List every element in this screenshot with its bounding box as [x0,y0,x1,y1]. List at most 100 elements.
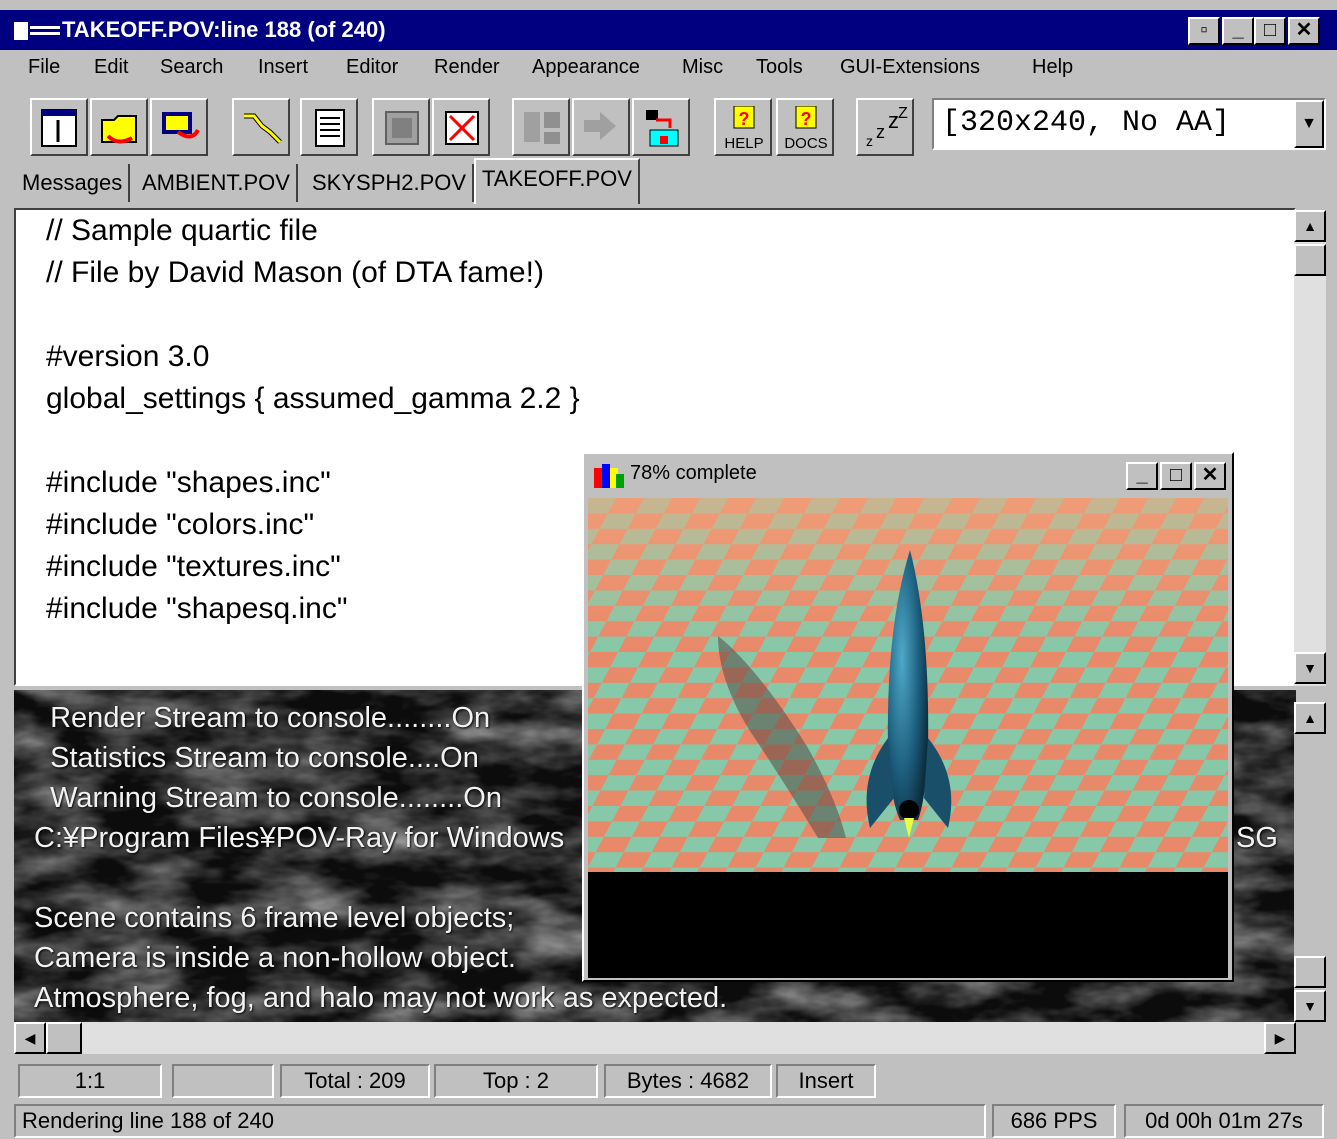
menu-gui-extensions[interactable]: GUI-Extensions [840,56,980,79]
scroll-up-icon[interactable]: ▲ [1294,702,1326,734]
code-line: #include "shapes.inc" [46,466,331,499]
menu-bar: File Edit Search Insert Editor Render Ap… [0,50,1337,88]
sleep-button[interactable]: zzzZ [856,98,914,156]
status-total: Total : 209 [280,1064,430,1098]
svg-text:?: ? [801,109,812,129]
film-icon [162,112,200,139]
code-line: #include "textures.inc" [46,550,341,583]
scroll-thumb[interactable] [1294,244,1326,276]
code-line: #version 3.0 [46,340,210,373]
new-file-icon [41,109,77,147]
open-file-button[interactable] [90,98,148,156]
save-file-button[interactable] [150,98,208,156]
maximize-button[interactable]: □ [1160,462,1192,490]
code-line: // File by David Mason (of DTA fame!) [46,256,544,289]
console-line: Camera is inside a non-hollow object. [34,942,516,974]
render-icon [646,110,679,147]
svg-text:z: z [866,133,873,149]
render-button[interactable] [632,98,690,156]
tab-takeoff[interactable]: TAKEOFF.POV [474,158,640,204]
render-settings-dropdown[interactable]: [320x240, No AA] ▼ [932,98,1326,150]
open-folder-icon [101,115,137,144]
title-bar[interactable]: TAKEOFF.POV:line 188 (of 240) ▫ _ □ ✕ [0,10,1337,50]
svg-text:HELP: HELP [724,135,763,150]
app-icon[interactable] [14,20,62,42]
run-button[interactable] [572,98,630,156]
status-elapsed: 0d 00h 01m 27s [1124,1104,1324,1138]
window-title: TAKEOFF.POV:line 188 (of 240) [62,17,386,42]
rendered-image [588,498,1228,978]
status-mode: Insert [776,1064,876,1098]
picture-cross-icon [445,111,479,145]
code-line: // Sample quartic file [46,214,318,247]
console-line: Render Stream to console........On [34,702,491,734]
svg-text:z: z [876,122,885,142]
menu-help[interactable]: Help [1032,56,1073,79]
dropdown-arrow-icon[interactable]: ▼ [1294,100,1324,148]
console-line: Atmosphere, fog, and halo may not work a… [34,982,728,1014]
menu-render[interactable]: Render [434,56,500,79]
menu-file[interactable]: File [28,56,60,79]
hide-image-button[interactable] [432,98,490,156]
document-icon [315,109,345,147]
hscroll-thumb[interactable] [46,1022,82,1054]
render-queue-button[interactable] [512,98,570,156]
help-button[interactable]: ? HELP [714,98,772,156]
sleep-zzz-icon: zzzZ [866,106,908,149]
status-position: 1:1 [18,1064,162,1098]
console-line-fragment: SG [1236,822,1278,854]
scroll-up-icon[interactable]: ▲ [1294,210,1326,242]
menu-tools[interactable]: Tools [756,56,803,79]
show-image-button[interactable] [372,98,430,156]
tab-skysph2[interactable]: SKYSPH2.POV [306,164,475,202]
scroll-thumb[interactable] [1294,956,1326,988]
render-window-title: 78% complete [630,462,757,484]
close-button[interactable]: ✕ [1194,462,1226,490]
render-window-titlebar[interactable]: 78% complete _ □ ✕ [586,456,1230,496]
menu-edit[interactable]: Edit [94,56,128,79]
close-button[interactable]: ✕ [1288,17,1320,45]
tab-ambient[interactable]: AMBIENT.POV [136,164,298,202]
console-hscrollbar[interactable]: ◀ ▶ [14,1022,1296,1054]
minimize-button[interactable]: _ [1222,17,1254,45]
code-line: #include "colors.inc" [46,508,315,541]
stairs-icon [244,113,282,144]
status-bytes: Bytes : 4682 [604,1064,772,1098]
menu-appearance[interactable]: Appearance [532,56,640,79]
picture-icon [385,111,419,145]
status-message: Rendering line 188 of 240 [14,1104,986,1138]
queue-button[interactable] [232,98,290,156]
code-line: #include "shapesq.inc" [46,592,348,625]
menu-editor[interactable]: Editor [346,56,398,79]
render-window-icon [594,464,624,488]
maximize-button[interactable]: □ [1254,17,1286,45]
scroll-down-icon[interactable]: ▼ [1294,990,1326,1022]
menu-misc[interactable]: Misc [682,56,723,79]
docs-button[interactable]: ? DOCS [776,98,834,156]
svg-text:DOCS: DOCS [784,135,827,150]
menu-insert[interactable]: Insert [258,56,308,79]
tab-messages[interactable]: Messages [16,164,131,202]
new-file-button[interactable] [30,98,88,156]
status-blank [172,1064,274,1098]
help-icon: ? HELP [724,106,764,150]
minimize-button[interactable]: _ [1126,462,1158,490]
status-pps: 686 PPS [992,1104,1116,1138]
render-settings-value: [320x240, No AA] [942,106,1231,140]
run-arrow-icon [584,112,616,140]
console-scrollbar[interactable]: ▲ ▼ [1294,702,1326,1024]
code-line: global_settings { assumed_gamma 2.2 } [46,382,580,415]
restore-button[interactable]: ▫ [1188,17,1220,45]
docs-icon: ? DOCS [784,106,828,150]
editor-scrollbar[interactable]: ▲ ▼ [1294,210,1326,686]
scroll-right-icon[interactable]: ▶ [1264,1022,1296,1054]
svg-text:Z: Z [898,106,908,122]
menu-search[interactable]: Search [160,56,223,79]
scroll-left-icon[interactable]: ◀ [14,1022,46,1054]
render-window[interactable]: 78% complete _ □ ✕ [582,452,1234,982]
ini-button[interactable] [300,98,358,156]
svg-text:?: ? [739,109,750,129]
scroll-down-icon[interactable]: ▼ [1294,652,1326,684]
console-line: C:¥Program Files¥POV-Ray for Windows [34,822,565,854]
status-top: Top : 2 [434,1064,598,1098]
